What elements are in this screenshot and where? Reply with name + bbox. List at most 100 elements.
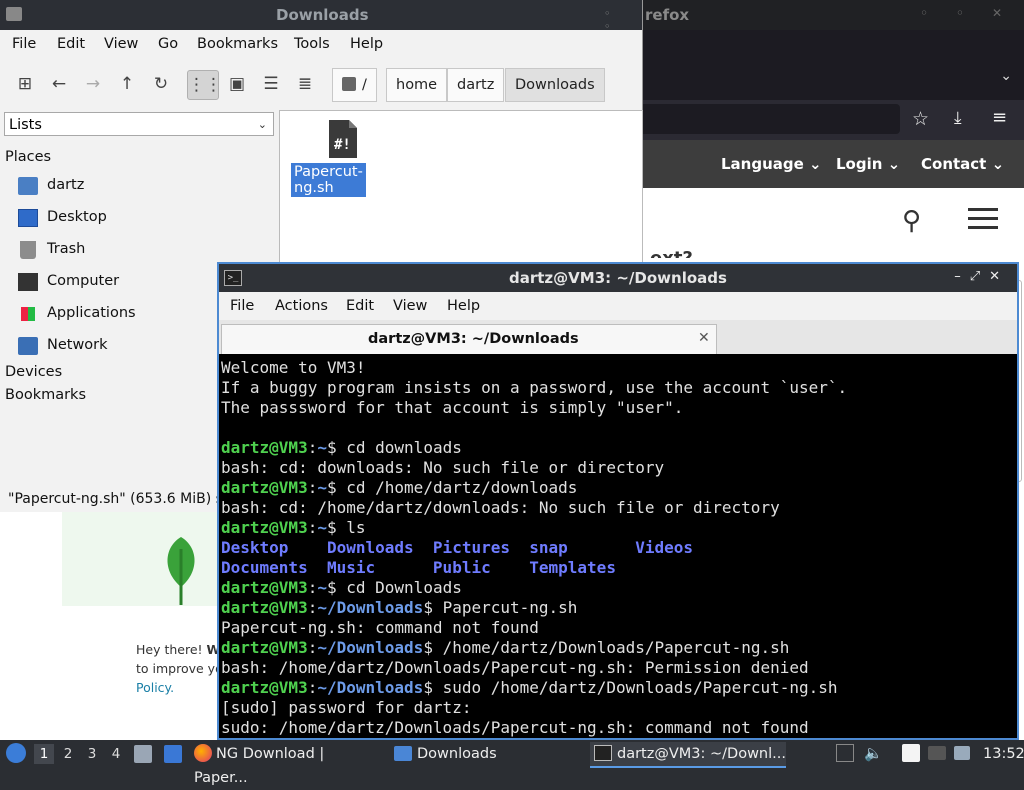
prompt-path: ~/Downloads [317, 638, 424, 657]
terminal-text: : [307, 598, 318, 617]
menu-tools[interactable]: Tools [294, 36, 330, 52]
network-status-icon[interactable] [954, 746, 970, 760]
volume-icon[interactable]: 🔈 [864, 744, 883, 762]
maximize-icon[interactable]: ⤢ [970, 269, 989, 284]
directory-listing: Documents Music Public Templates [221, 558, 616, 577]
task-firefox[interactable]: NG Download | Paper... [194, 742, 382, 786]
url-input[interactable] [640, 104, 900, 134]
terminal-line: bash: /home/dartz/Downloads/Papercut-ng.… [221, 658, 1015, 678]
terminal-icon [594, 745, 612, 761]
side-pane-mode-select[interactable]: Lists ⌄ [4, 112, 274, 136]
terminal-text: : [307, 478, 318, 497]
start-menu-icon[interactable] [6, 743, 26, 763]
menu-edit[interactable]: Edit [57, 36, 85, 52]
side-pane-mode-value: Lists [9, 117, 42, 133]
breadcrumb-dartz[interactable]: dartz [447, 68, 505, 102]
bookmarks-header[interactable]: Bookmarks [5, 387, 86, 403]
sidebar-item-label: Desktop [47, 209, 107, 225]
detailed-list-view-icon[interactable]: ≣ [290, 70, 320, 98]
menu-help[interactable]: Help [447, 298, 480, 314]
terminal-text: sudo: /home/dartz/Downloads/Papercut-ng.… [221, 718, 809, 737]
firefox-titlebar[interactable]: refox ◦ ◦ ✕ [640, 0, 1024, 30]
terminal-line: If a buggy program insists on a password… [221, 378, 1015, 398]
terminal-text: : [307, 638, 318, 657]
menu-file[interactable]: File [12, 36, 36, 52]
bookmark-star-icon[interactable]: ☆ [912, 108, 929, 130]
window-controls[interactable]: ◦ ◦ ✕ [920, 6, 1014, 20]
forward-icon[interactable]: → [78, 70, 108, 98]
search-icon[interactable]: ⚲ [902, 206, 921, 236]
download-icon[interactable]: ⤓ [954, 108, 962, 128]
minimize-icon[interactable]: – [954, 269, 970, 284]
devices-header[interactable]: Devices [5, 364, 62, 380]
file-name-label: Papercut-ng.sh [291, 163, 366, 197]
breadcrumb-root[interactable]: / [332, 68, 377, 102]
menu-file[interactable]: File [230, 298, 254, 314]
prompt-user: dartz@VM3 [221, 678, 308, 697]
breadcrumb-downloads[interactable]: Downloads [505, 68, 605, 102]
prompt-path: ~ [317, 478, 327, 497]
trash-icon [20, 241, 36, 259]
workspace-1[interactable]: 1 [34, 744, 54, 764]
terminal-line: Welcome to VM3! [221, 358, 1015, 378]
terminal-titlebar[interactable]: >_ dartz@VM3: ~/Downloads –⤢✕ [219, 264, 1017, 292]
terminal-text: bash: cd: downloads: No such file or dir… [221, 458, 665, 477]
terminal-text: If a buggy program insists on a password… [221, 378, 848, 397]
notes-icon[interactable] [902, 744, 920, 762]
terminal-text: $ ls [326, 518, 366, 537]
terminal-text: $ Papercut-ng.sh [423, 598, 578, 617]
sidebar-item-label: Applications [47, 305, 136, 321]
menu-help[interactable]: Help [350, 36, 383, 52]
site-menu-icon[interactable] [968, 208, 998, 230]
breadcrumb-home[interactable]: home [386, 68, 448, 102]
file-manager-titlebar[interactable]: Downloads ◦ ◦ [0, 0, 642, 33]
terminal-line: dartz@VM3:~/Downloads$ Papercut-ng.sh [221, 598, 1015, 618]
close-icon[interactable]: ✕ [989, 269, 1009, 284]
workspace-2[interactable]: 2 [58, 744, 78, 764]
menu-edit[interactable]: Edit [346, 298, 374, 314]
icon-view-icon[interactable]: ⋮⋮ [187, 70, 222, 100]
tab-terminal[interactable]: dartz@VM3: ~/Downloads ✕ [221, 324, 717, 354]
terminal-output[interactable]: Welcome to VM3! If a buggy program insist… [221, 358, 1015, 738]
close-tab-icon[interactable]: ✕ [698, 330, 710, 346]
terminal-window: >_ dartz@VM3: ~/Downloads –⤢✕ File Actio… [217, 262, 1019, 740]
clipboard-icon[interactable] [836, 744, 854, 762]
prompt-user: dartz@VM3 [221, 478, 308, 497]
sidebar-item-label: dartz [47, 177, 85, 193]
reload-icon[interactable]: ↻ [146, 70, 176, 98]
task-file-manager[interactable]: Downloads [394, 742, 584, 766]
keyboard-icon[interactable] [928, 746, 946, 760]
workspace-4[interactable]: 4 [106, 744, 126, 764]
menu-view[interactable]: View [104, 36, 138, 52]
menu-view[interactable]: View [393, 298, 427, 314]
terminal-text: : [307, 518, 318, 537]
task-label: dartz@VM3: ~/Downl... [617, 746, 786, 762]
menu-bookmarks[interactable]: Bookmarks [197, 36, 278, 52]
new-tab-icon[interactable]: ⊞ [10, 70, 40, 98]
nav-login[interactable]: Login ⌄ [836, 155, 900, 173]
up-icon[interactable]: ↑ [112, 70, 142, 98]
nav-contact[interactable]: Contact ⌄ [921, 155, 1004, 173]
clock[interactable]: 13:52 [983, 740, 1024, 768]
menu-actions[interactable]: Actions [275, 298, 328, 314]
hamburger-menu-icon[interactable]: ≡ [992, 107, 1007, 128]
menu-go[interactable]: Go [158, 36, 178, 52]
list-all-tabs-icon[interactable]: ⌄ [1000, 68, 1012, 84]
compact-view-icon[interactable]: ☰ [256, 70, 286, 98]
task-terminal[interactable]: dartz@VM3: ~/Downl... [590, 742, 786, 768]
directory-listing: Desktop Downloads Pictures snap Videos [221, 538, 694, 557]
show-desktop-icon[interactable] [164, 745, 182, 763]
thumbnail-view-icon[interactable]: ▣ [222, 70, 252, 98]
nav-language[interactable]: Language ⌄ [721, 155, 822, 173]
back-icon[interactable]: ← [44, 70, 74, 98]
terminal-text: $ /home/dartz/Downloads/Papercut-ng.sh [423, 638, 790, 657]
terminal-line: dartz@VM3:~$ ls [221, 518, 1015, 538]
chevron-down-icon: ⌄ [257, 118, 267, 131]
places-header[interactable]: Places [5, 149, 51, 165]
toolbar: ⊞ ← → ↑ ↻ ⋮⋮ ▣ ☰ ≣ / home dartz Download… [0, 58, 642, 110]
script-file-icon: #! [329, 120, 357, 158]
file-manager-launcher-icon[interactable] [134, 745, 152, 763]
terminal-text: $ cd /home/dartz/downloads [326, 478, 578, 497]
prompt-user: dartz@VM3 [221, 598, 308, 617]
workspace-3[interactable]: 3 [82, 744, 102, 764]
